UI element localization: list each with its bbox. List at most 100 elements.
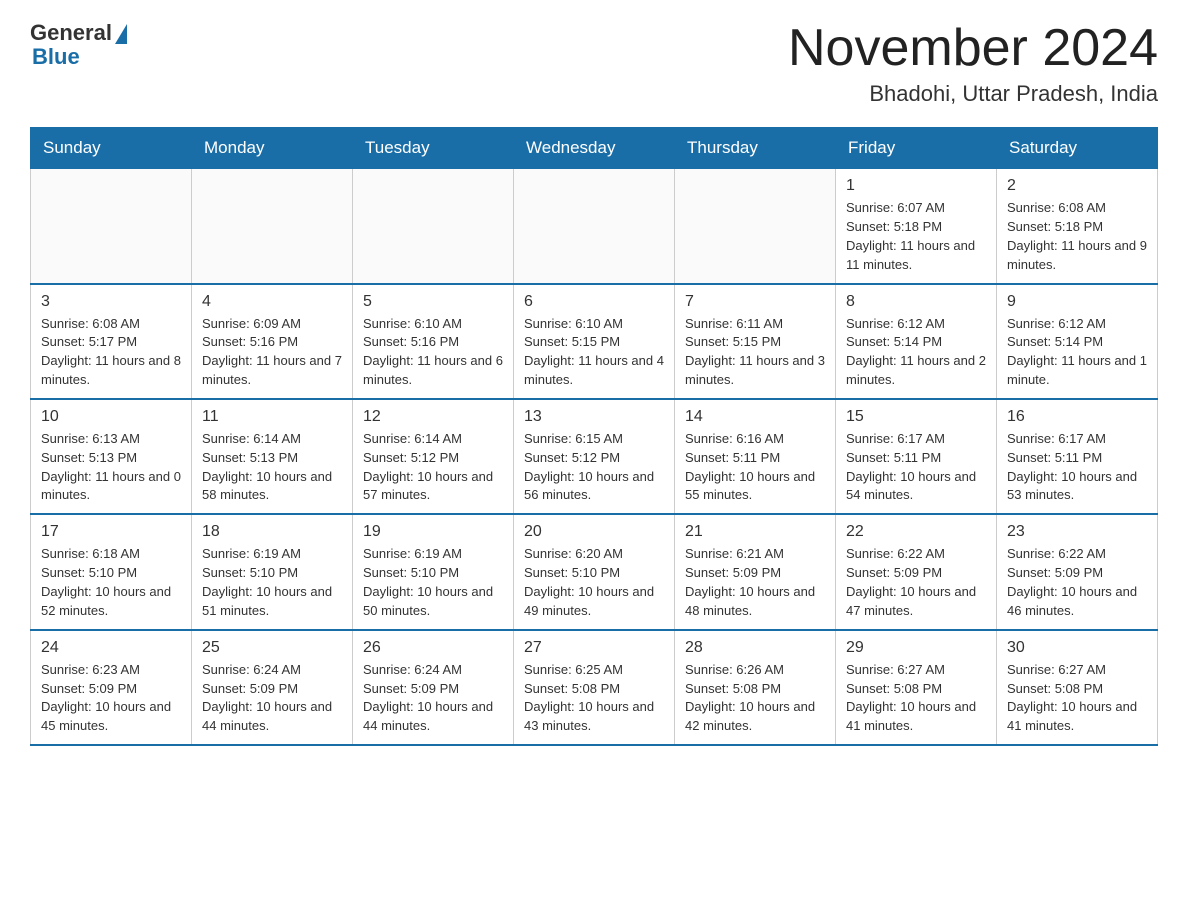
calendar-header-row: SundayMondayTuesdayWednesdayThursdayFrid… xyxy=(31,128,1158,169)
calendar-cell xyxy=(353,169,514,284)
calendar-cell: 25 Sunrise: 6:24 AM Sunset: 5:09 PM Dayli… xyxy=(192,630,353,745)
calendar-cell xyxy=(192,169,353,284)
logo-general-text: General xyxy=(30,20,112,46)
cell-info: Sunrise: 6:27 AM Sunset: 5:08 PM Dayligh… xyxy=(846,661,986,736)
calendar-cell: 3 Sunrise: 6:08 AM Sunset: 5:17 PM Daylig… xyxy=(31,284,192,399)
day-number: 6 xyxy=(524,293,664,311)
calendar-cell: 26 Sunrise: 6:24 AM Sunset: 5:09 PM Dayli… xyxy=(353,630,514,745)
calendar-cell: 29 Sunrise: 6:27 AM Sunset: 5:08 PM Dayli… xyxy=(836,630,997,745)
calendar-cell: 6 Sunrise: 6:10 AM Sunset: 5:15 PM Daylig… xyxy=(514,284,675,399)
cell-info: Sunrise: 6:14 AM Sunset: 5:13 PM Dayligh… xyxy=(202,430,342,505)
cell-info: Sunrise: 6:25 AM Sunset: 5:08 PM Dayligh… xyxy=(524,661,664,736)
calendar-week-row: 24Sunrise: 6:23 AM Sunset: 5:09 PM Dayli… xyxy=(31,630,1158,745)
day-number: 17 xyxy=(41,523,181,541)
calendar-cell: 1 Sunrise: 6:07 AM Sunset: 5:18 PM Daylig… xyxy=(836,169,997,284)
cell-info: Sunrise: 6:07 AM Sunset: 5:18 PM Dayligh… xyxy=(846,199,986,274)
day-number: 9 xyxy=(1007,293,1147,311)
calendar-cell: 28 Sunrise: 6:26 AM Sunset: 5:08 PM Dayli… xyxy=(675,630,836,745)
cell-info: Sunrise: 6:26 AM Sunset: 5:08 PM Dayligh… xyxy=(685,661,825,736)
day-number: 25 xyxy=(202,639,342,657)
day-number: 28 xyxy=(685,639,825,657)
cell-info: Sunrise: 6:27 AM Sunset: 5:08 PM Dayligh… xyxy=(1007,661,1147,736)
cell-info: Sunrise: 6:15 AM Sunset: 5:12 PM Dayligh… xyxy=(524,430,664,505)
calendar-day-header: Friday xyxy=(836,128,997,169)
calendar-cell: 12 Sunrise: 6:14 AM Sunset: 5:12 PM Dayli… xyxy=(353,399,514,514)
day-number: 7 xyxy=(685,293,825,311)
calendar-cell: 8 Sunrise: 6:12 AM Sunset: 5:14 PM Daylig… xyxy=(836,284,997,399)
title-section: November 2024 Bhadohi, Uttar Pradesh, In… xyxy=(788,20,1158,107)
day-number: 22 xyxy=(846,523,986,541)
calendar-cell: 19 Sunrise: 6:19 AM Sunset: 5:10 PM Dayli… xyxy=(353,514,514,629)
calendar-cell: 30Sunrise: 6:27 AM Sunset: 5:08 PM Dayli… xyxy=(997,630,1158,745)
cell-info: Sunrise: 6:17 AM Sunset: 5:11 PM Dayligh… xyxy=(1007,430,1147,505)
day-number: 10 xyxy=(41,408,181,426)
cell-info: Sunrise: 6:22 AM Sunset: 5:09 PM Dayligh… xyxy=(1007,545,1147,620)
cell-info: Sunrise: 6:14 AM Sunset: 5:12 PM Dayligh… xyxy=(363,430,503,505)
location-title: Bhadohi, Uttar Pradesh, India xyxy=(788,81,1158,107)
calendar-day-header: Thursday xyxy=(675,128,836,169)
day-number: 14 xyxy=(685,408,825,426)
calendar-day-header: Wednesday xyxy=(514,128,675,169)
cell-info: Sunrise: 6:13 AM Sunset: 5:13 PM Dayligh… xyxy=(41,430,181,505)
logo-blue-text: Blue xyxy=(32,44,80,70)
calendar-cell: 23Sunrise: 6:22 AM Sunset: 5:09 PM Dayli… xyxy=(997,514,1158,629)
day-number: 19 xyxy=(363,523,503,541)
day-number: 2 xyxy=(1007,177,1147,195)
calendar-week-row: 3 Sunrise: 6:08 AM Sunset: 5:17 PM Daylig… xyxy=(31,284,1158,399)
calendar-cell xyxy=(675,169,836,284)
calendar-day-header: Tuesday xyxy=(353,128,514,169)
day-number: 16 xyxy=(1007,408,1147,426)
logo: General Blue xyxy=(30,20,127,70)
day-number: 21 xyxy=(685,523,825,541)
day-number: 12 xyxy=(363,408,503,426)
cell-info: Sunrise: 6:24 AM Sunset: 5:09 PM Dayligh… xyxy=(363,661,503,736)
logo-triangle-icon xyxy=(115,24,127,44)
calendar-week-row: 10 Sunrise: 6:13 AM Sunset: 5:13 PM Dayli… xyxy=(31,399,1158,514)
calendar-cell: 16 Sunrise: 6:17 AM Sunset: 5:11 PM Dayli… xyxy=(997,399,1158,514)
day-number: 18 xyxy=(202,523,342,541)
cell-info: Sunrise: 6:12 AM Sunset: 5:14 PM Dayligh… xyxy=(1007,315,1147,390)
day-number: 13 xyxy=(524,408,664,426)
calendar-cell: 5Sunrise: 6:10 AM Sunset: 5:16 PM Daylig… xyxy=(353,284,514,399)
calendar-cell: 2Sunrise: 6:08 AM Sunset: 5:18 PM Daylig… xyxy=(997,169,1158,284)
calendar-cell: 11 Sunrise: 6:14 AM Sunset: 5:13 PM Dayli… xyxy=(192,399,353,514)
cell-info: Sunrise: 6:20 AM Sunset: 5:10 PM Dayligh… xyxy=(524,545,664,620)
cell-info: Sunrise: 6:19 AM Sunset: 5:10 PM Dayligh… xyxy=(202,545,342,620)
cell-info: Sunrise: 6:17 AM Sunset: 5:11 PM Dayligh… xyxy=(846,430,986,505)
day-number: 27 xyxy=(524,639,664,657)
calendar-day-header: Monday xyxy=(192,128,353,169)
day-number: 1 xyxy=(846,177,986,195)
day-number: 11 xyxy=(202,408,342,426)
calendar-cell: 22 Sunrise: 6:22 AM Sunset: 5:09 PM Dayli… xyxy=(836,514,997,629)
day-number: 8 xyxy=(846,293,986,311)
page-header: General Blue November 2024 Bhadohi, Utta… xyxy=(30,20,1158,107)
day-number: 24 xyxy=(41,639,181,657)
cell-info: Sunrise: 6:09 AM Sunset: 5:16 PM Dayligh… xyxy=(202,315,342,390)
calendar-cell: 10 Sunrise: 6:13 AM Sunset: 5:13 PM Dayli… xyxy=(31,399,192,514)
calendar-cell: 18 Sunrise: 6:19 AM Sunset: 5:10 PM Dayli… xyxy=(192,514,353,629)
day-number: 3 xyxy=(41,293,181,311)
day-number: 26 xyxy=(363,639,503,657)
cell-info: Sunrise: 6:24 AM Sunset: 5:09 PM Dayligh… xyxy=(202,661,342,736)
cell-info: Sunrise: 6:12 AM Sunset: 5:14 PM Dayligh… xyxy=(846,315,986,390)
calendar-cell xyxy=(514,169,675,284)
day-number: 20 xyxy=(524,523,664,541)
cell-info: Sunrise: 6:10 AM Sunset: 5:15 PM Dayligh… xyxy=(524,315,664,390)
calendar-day-header: Sunday xyxy=(31,128,192,169)
calendar-cell: 27 Sunrise: 6:25 AM Sunset: 5:08 PM Dayli… xyxy=(514,630,675,745)
calendar-cell: 20 Sunrise: 6:20 AM Sunset: 5:10 PM Dayli… xyxy=(514,514,675,629)
cell-info: Sunrise: 6:22 AM Sunset: 5:09 PM Dayligh… xyxy=(846,545,986,620)
cell-info: Sunrise: 6:19 AM Sunset: 5:10 PM Dayligh… xyxy=(363,545,503,620)
calendar-cell xyxy=(31,169,192,284)
month-title: November 2024 xyxy=(788,20,1158,77)
calendar-cell: 7Sunrise: 6:11 AM Sunset: 5:15 PM Daylig… xyxy=(675,284,836,399)
calendar-week-row: 1 Sunrise: 6:07 AM Sunset: 5:18 PM Daylig… xyxy=(31,169,1158,284)
calendar-cell: 21Sunrise: 6:21 AM Sunset: 5:09 PM Dayli… xyxy=(675,514,836,629)
calendar-cell: 13 Sunrise: 6:15 AM Sunset: 5:12 PM Dayli… xyxy=(514,399,675,514)
cell-info: Sunrise: 6:16 AM Sunset: 5:11 PM Dayligh… xyxy=(685,430,825,505)
cell-info: Sunrise: 6:18 AM Sunset: 5:10 PM Dayligh… xyxy=(41,545,181,620)
cell-info: Sunrise: 6:10 AM Sunset: 5:16 PM Dayligh… xyxy=(363,315,503,390)
day-number: 15 xyxy=(846,408,986,426)
day-number: 29 xyxy=(846,639,986,657)
cell-info: Sunrise: 6:08 AM Sunset: 5:17 PM Dayligh… xyxy=(41,315,181,390)
